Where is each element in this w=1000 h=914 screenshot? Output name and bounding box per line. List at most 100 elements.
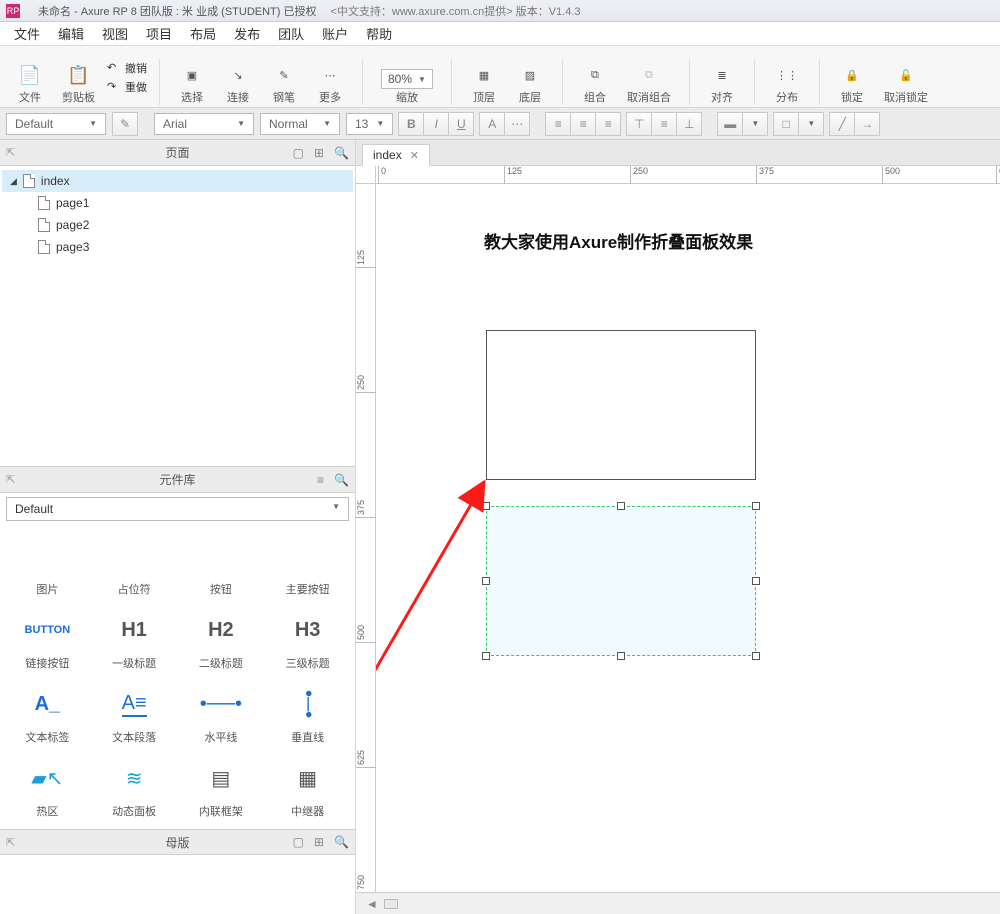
widget-hotspot[interactable]: ▰↖热区 [4, 753, 91, 823]
style-combo[interactable]: Default▼ [6, 113, 106, 135]
tb-lock[interactable]: 🔒锁定 [832, 61, 872, 105]
tb-front[interactable]: ▦顶层 [464, 61, 504, 105]
tb-undo[interactable]: ↶撤销 [107, 60, 147, 76]
align-right-button[interactable]: ≡ [595, 112, 621, 136]
menu-help[interactable]: 帮助 [366, 24, 392, 43]
tree-item-page2[interactable]: page2 [2, 214, 353, 236]
menu-account[interactable]: 账户 [322, 24, 348, 43]
line-button[interactable]: ╱ [829, 112, 855, 136]
tb-ungroup[interactable]: ⧉取消组合 [621, 61, 677, 105]
menu-publish[interactable]: 发布 [234, 24, 260, 43]
menu-edit[interactable]: 编辑 [58, 24, 84, 43]
widget-link-button[interactable]: BUTTON链接按钮 [4, 605, 91, 675]
pin-icon[interactable]: ⇱ [6, 146, 15, 159]
pointer-icon: ▣ [178, 61, 206, 89]
border-button[interactable]: □ [773, 112, 799, 136]
ruler-vertical: 125 250 375 500 625 750 [356, 184, 376, 914]
window-title: 未命名 - Axure RP 8 团队版 : 米 业成 (STUDENT) 已授… [38, 3, 317, 19]
style-manage-icon[interactable]: ✎ [112, 112, 138, 136]
weight-combo[interactable]: Normal▼ [260, 113, 340, 135]
valign-mid-button[interactable]: ≡ [651, 112, 677, 136]
doc-tab-index[interactable]: index ✕ [362, 144, 430, 166]
widget-image[interactable]: 图片 [4, 531, 91, 601]
widget-iframe[interactable]: ▤内联框架 [178, 753, 265, 823]
valign-top-button[interactable]: ⊤ [626, 112, 652, 136]
font-combo[interactable]: Arial▼ [154, 113, 254, 135]
library-combo[interactable]: Default▼ [6, 497, 349, 521]
tb-clip-label: 剪贴板 [62, 89, 95, 105]
text-color-button[interactable]: A [479, 112, 505, 136]
library-menu-icon[interactable]: ≡ [317, 473, 324, 487]
search-library-icon[interactable]: 🔍 [334, 473, 349, 487]
more-text-button[interactable]: ⋯ [504, 112, 530, 136]
widget-placeholder[interactable]: 占位符 [91, 531, 178, 601]
tb-pen[interactable]: ✎钢笔 [264, 61, 304, 105]
widget-h2[interactable]: H2二级标题 [178, 605, 265, 675]
add-master-folder-icon[interactable]: ⊞ [314, 835, 324, 849]
menu-arrange[interactable]: 布局 [190, 24, 216, 43]
page-icon [23, 174, 35, 188]
collapse-icon[interactable]: ◢ [10, 176, 17, 187]
bold-button[interactable]: B [398, 112, 424, 136]
pin-icon[interactable]: ⇱ [6, 473, 15, 486]
menu-project[interactable]: 项目 [146, 24, 172, 43]
tree-item-page3[interactable]: page3 [2, 236, 353, 258]
tb-align[interactable]: ≣对齐 [702, 61, 742, 105]
size-combo[interactable]: 13▼ [346, 113, 393, 135]
main-toolbar: 📄 文件 📋 剪贴板 ↶撤销 ↷重做 ▣选择 ↘连接 ✎钢笔 ⋯更多 80%▼ … [0, 46, 1000, 108]
library-title: 元件库 [159, 471, 195, 488]
tb-back[interactable]: ▨底层 [510, 61, 550, 105]
widget-text-label[interactable]: A_文本标签 [4, 679, 91, 749]
align-left-button[interactable]: ≡ [545, 112, 571, 136]
tb-distribute[interactable]: ⋮⋮分布 [767, 61, 807, 105]
fill-dd[interactable]: ▼ [742, 112, 768, 136]
pin-icon[interactable]: ⇱ [6, 836, 15, 849]
tb-file-label: 文件 [19, 89, 41, 105]
tb-zoom[interactable]: 80%▼ 缩放 [375, 69, 439, 105]
widget-h1[interactable]: H1一级标题 [91, 605, 178, 675]
canvas-heading-text[interactable]: 教大家使用Axure制作折叠面板效果 [484, 228, 753, 253]
left-panel: ⇱ 页面 ▢ ⊞ 🔍 ◢ index page1 page2 page3 ⇱ 元… [0, 140, 356, 914]
widget-h3[interactable]: H3三级标题 [264, 605, 351, 675]
tree-item-page1[interactable]: page1 [2, 192, 353, 214]
italic-button[interactable]: I [423, 112, 449, 136]
tree-root-index[interactable]: ◢ index [2, 170, 353, 192]
arrow-button[interactable]: → [854, 112, 880, 136]
underline-button[interactable]: U [448, 112, 474, 136]
widget-vline[interactable]: •─•垂直线 [264, 679, 351, 749]
menu-team[interactable]: 团队 [278, 24, 304, 43]
menu-file[interactable]: 文件 [14, 24, 40, 43]
tb-unlock[interactable]: 🔓取消锁定 [878, 61, 934, 105]
close-tab-icon[interactable]: ✕ [410, 149, 419, 162]
widget-primary-button[interactable]: 主要按钮 [264, 531, 351, 601]
search-masters-icon[interactable]: 🔍 [334, 835, 349, 849]
widget-paragraph[interactable]: A≡文本段落 [91, 679, 178, 749]
menu-view[interactable]: 视图 [102, 24, 128, 43]
widget-button[interactable]: 按钮 [178, 531, 265, 601]
fill-button[interactable]: ▬ [717, 112, 743, 136]
widget-hline[interactable]: •──•水平线 [178, 679, 265, 749]
ungroup-icon: ⧉ [635, 61, 663, 89]
canvas-rectangle-1[interactable] [486, 330, 756, 480]
tb-clipboard[interactable]: 📋 剪贴板 [56, 61, 101, 105]
search-pages-icon[interactable]: 🔍 [334, 146, 349, 160]
align-center-button[interactable]: ≡ [570, 112, 596, 136]
border-dd[interactable]: ▼ [798, 112, 824, 136]
design-canvas[interactable]: 教大家使用Axure制作折叠面板效果 [376, 184, 1000, 914]
widget-repeater[interactable]: ▦中继器 [264, 753, 351, 823]
canvas-rectangle-2-selected[interactable] [486, 506, 756, 656]
add-page-icon[interactable]: ▢ [293, 146, 304, 160]
widget-dynamic-panel[interactable]: ≋动态面板 [91, 753, 178, 823]
valign-bot-button[interactable]: ⊥ [676, 112, 702, 136]
add-folder-icon[interactable]: ⊞ [314, 146, 324, 160]
add-master-icon[interactable]: ▢ [293, 835, 304, 849]
page-icon [38, 218, 50, 232]
tb-redo[interactable]: ↷重做 [107, 79, 147, 95]
hscroll-thumb[interactable] [384, 899, 398, 909]
tb-more[interactable]: ⋯更多 [310, 61, 350, 105]
tb-group-btn[interactable]: ⧉组合 [575, 61, 615, 105]
tb-connect[interactable]: ↘连接 [218, 61, 258, 105]
scroll-left-icon[interactable]: ◄ [366, 897, 378, 911]
tb-select[interactable]: ▣选择 [172, 61, 212, 105]
tb-file[interactable]: 📄 文件 [10, 61, 50, 105]
